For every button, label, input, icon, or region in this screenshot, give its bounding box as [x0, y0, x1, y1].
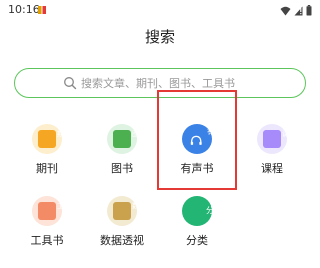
data-pivot-icon-tag: 数据: [132, 202, 146, 210]
periodical-icon-tag: 期刊: [57, 130, 71, 138]
category-label: 工具书: [30, 234, 64, 247]
battery-icon: [306, 5, 312, 16]
classification-icon: 分类: [182, 196, 222, 226]
category-label: 数据透视: [100, 234, 144, 247]
data-pivot-icon: 数据: [107, 196, 146, 226]
wifi-icon: [280, 6, 291, 15]
course-icon-tag: 课程: [282, 130, 296, 138]
category-periodical[interactable]: 期刊 期刊: [15, 124, 79, 175]
search-input[interactable]: [81, 76, 257, 90]
category-book[interactable]: 图书 图书: [90, 124, 154, 175]
highlight-box: [157, 90, 237, 190]
classification-icon-tag: 分类: [206, 206, 222, 215]
category-classification[interactable]: 分类 分类: [165, 196, 229, 247]
course-icon: 课程: [257, 124, 296, 154]
status-bar: 10:16: [0, 0, 320, 22]
page-title: 搜索: [144, 28, 175, 46]
search-icon: [64, 77, 77, 90]
category-label: 期刊: [36, 162, 58, 175]
category-label: 课程: [261, 162, 283, 175]
signal-icon: [294, 6, 303, 15]
category-label: 图书: [111, 162, 133, 175]
reference-book-icon-tag: 工具: [57, 202, 71, 210]
category-data-pivot[interactable]: 数据 数据透视: [90, 196, 154, 247]
category-reference-book[interactable]: 工具 工具书: [15, 196, 79, 247]
category-label: 分类: [186, 234, 208, 247]
reference-book-icon: 工具: [32, 196, 71, 226]
category-course[interactable]: 课程 课程: [240, 124, 304, 175]
status-time: 10:16: [8, 3, 40, 16]
app-notification-icon: [38, 6, 46, 14]
periodical-icon: 期刊: [32, 124, 71, 154]
book-icon: 图书: [107, 124, 146, 154]
